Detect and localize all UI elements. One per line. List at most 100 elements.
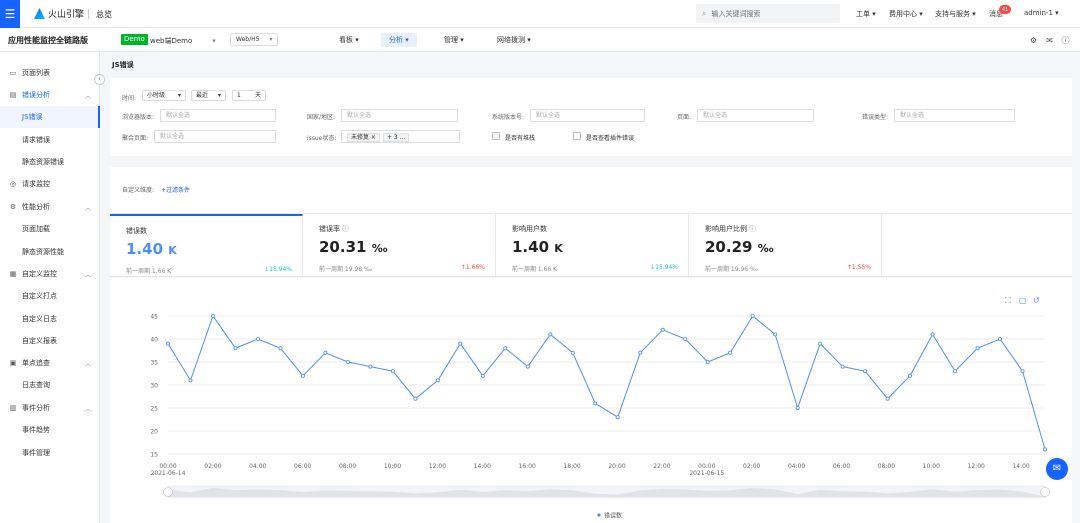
granularity-select[interactable]: 小时级 ▾: [142, 90, 186, 101]
error-type-input[interactable]: 默认全选: [894, 109, 1015, 122]
x-tick-label: 04:00: [249, 463, 266, 470]
menu-icon[interactable]: ☰: [0, 0, 20, 28]
data-point: [166, 341, 171, 346]
plugin-checkbox[interactable]: [573, 132, 581, 140]
agg-page-input[interactable]: 默认全选: [154, 130, 276, 143]
sidebar-item-log-query[interactable]: 日志查询: [0, 374, 100, 396]
tab-dashboard[interactable]: 看板 ▾: [331, 33, 367, 47]
metric-value: 20.29 ‰: [705, 238, 774, 256]
custom-icon: ▦: [9, 270, 17, 278]
custom-dimension-panel: 自定义维度: +过滤条件: [110, 167, 1072, 214]
sidebar-item-custom-monitor[interactable]: ▦ 自定义监控 ︿: [0, 263, 100, 285]
add-filter-button[interactable]: +过滤条件: [161, 185, 190, 194]
brand-logo[interactable]: 火山引擎: [34, 7, 84, 20]
platform-select[interactable]: Web/H5 ▾: [230, 33, 279, 46]
recent-select[interactable]: 最近 ▾: [191, 90, 226, 101]
sidebar-item-trace[interactable]: ▣ 单点追查 ︿: [0, 352, 100, 374]
sidebar: ▭ 页面列表 ▤ 错误分析 ︿ JS错误 请求错误 静态资源错误 ◎ 请求监控 ⚙ 性能分…: [0, 52, 100, 523]
x-tick-label: 20:00: [608, 463, 625, 470]
tab-analysis[interactable]: 分析 ▾: [381, 33, 417, 47]
y-tick-label: 35: [150, 360, 158, 367]
data-point: [683, 337, 688, 342]
app-selector[interactable]: web端Demo ▾: [150, 36, 216, 46]
os-input[interactable]: 默认全选: [530, 109, 645, 122]
message-count-badge: 41: [999, 5, 1011, 14]
chat-help-button[interactable]: ✉: [1046, 458, 1068, 480]
user-menu[interactable]: admin-1 ▾: [1024, 9, 1059, 17]
data-point: [1020, 369, 1025, 374]
monitor-icon: ▭: [9, 69, 17, 77]
sidebar-item-js-error[interactable]: JS错误: [0, 106, 100, 128]
sidebar-item-custom-dot[interactable]: 自定义打点: [0, 285, 100, 307]
metric-error-count[interactable]: 错误数 1.40 K 前一周期 1.66 K ↓15.94%: [110, 214, 303, 278]
sidebar-item-event-analysis[interactable]: ▥ 事件分析 ︿: [0, 397, 100, 419]
demo-tag: Demo: [121, 34, 148, 45]
data-point: [593, 401, 598, 406]
nav-support[interactable]: 支持与服务 ▾: [935, 9, 976, 19]
issue-more-chip[interactable]: + 3 ...: [382, 133, 410, 142]
page-title: JS错误: [112, 61, 134, 69]
search-box[interactable]: ⌕: [696, 4, 840, 23]
sidebar-item-request-error[interactable]: 请求错误: [0, 129, 100, 151]
tab-network-probe[interactable]: 网络拨测 ▾: [489, 33, 539, 47]
x-tick-label: 08:00: [339, 463, 356, 470]
data-point: [840, 364, 845, 369]
metric-value: 1.40 K: [126, 240, 177, 258]
data-point: [908, 373, 913, 378]
x-tick-label: 06:00: [833, 463, 850, 470]
x-tick-label: 12:00: [968, 463, 985, 470]
sidebar-item-event-manage[interactable]: 事件管理: [0, 442, 100, 464]
sidebar-item-request-monitor[interactable]: ◎ 请求监控: [0, 173, 100, 195]
x-tick-label: 00:00: [159, 463, 176, 470]
search-input[interactable]: [711, 9, 822, 18]
request-icon: ◎: [9, 180, 17, 188]
os-label: 系统版本号:: [492, 114, 525, 121]
sidebar-item-event-trend[interactable]: 事件趋势: [0, 419, 100, 441]
metric-affected-users[interactable]: 影响用户数 1.40 K 前一周期 1.66 K ↓15.94%: [496, 214, 689, 278]
tab-manage[interactable]: 管理 ▾: [436, 33, 472, 47]
sidebar-item-page-list[interactable]: ▭ 页面列表: [0, 62, 100, 84]
issue-select[interactable]: 未修复 × + 3 ...: [341, 130, 460, 143]
sidebar-item-custom-log[interactable]: 自定义日志: [0, 308, 100, 330]
data-point: [750, 314, 755, 319]
stack-checkbox[interactable]: [492, 132, 500, 140]
metric-previous: 前一周期 19.96 ‰: [705, 266, 759, 273]
data-point: [885, 396, 890, 401]
sidebar-item-performance[interactable]: ⚙ 性能分析 ︿: [0, 196, 100, 218]
sidebar-item-error-analysis[interactable]: ▤ 错误分析 ︿: [0, 84, 100, 106]
y-tick-label: 20: [150, 429, 158, 436]
data-point: [480, 373, 485, 378]
top-title[interactable]: 总览: [96, 9, 112, 20]
metric-error-rate[interactable]: 错误率 ⓘ 20.31 ‰ 前一周期 19.98 ‰ ↑1.66%: [303, 214, 496, 278]
metric-affected-ratio[interactable]: 影响用户比例 ⓘ 20.29 ‰ 前一周期 19.96 ‰ ↑1.55%: [689, 214, 882, 278]
metric-name: 影响用户数: [512, 225, 547, 233]
help-icon[interactable]: ⓘ: [1061, 36, 1070, 45]
time-amount-input[interactable]: 1天: [232, 90, 266, 101]
x-tick-label: 00:00: [698, 463, 715, 470]
nav-billing[interactable]: 费用中心 ▾: [889, 9, 923, 19]
data-point: [233, 346, 238, 351]
chevron-up-icon: ︿: [84, 360, 91, 368]
info-icon: ⓘ: [342, 225, 350, 233]
nav-ticket[interactable]: 工单 ▾: [856, 9, 876, 19]
data-point: [413, 396, 418, 401]
data-point: [368, 364, 373, 369]
sidebar-item-static-error[interactable]: 静态资源错误: [0, 151, 100, 173]
mail-icon[interactable]: ✉: [1045, 36, 1054, 45]
issue-label: issue状态:: [307, 135, 337, 142]
metric-previous: 前一周期 1.66 K: [512, 266, 558, 273]
page-label: 页面:: [677, 114, 692, 121]
sidebar-item-custom-report[interactable]: 自定义报表: [0, 330, 100, 352]
page-input[interactable]: 默认全选: [697, 109, 814, 122]
sidebar-collapse-button[interactable]: ‹: [94, 74, 105, 85]
issue-chip[interactable]: 未修复 ×: [347, 133, 380, 142]
browser-input[interactable]: 默认全选: [160, 109, 276, 122]
y-tick-label: 40: [150, 337, 158, 344]
sidebar-item-page-load[interactable]: 页面加载: [0, 218, 100, 240]
y-tick-label: 30: [150, 383, 158, 390]
sidebar-item-static-perf[interactable]: 静态资源性能: [0, 241, 100, 263]
time-label: 时间:: [122, 95, 137, 102]
data-point: [278, 346, 283, 351]
region-input[interactable]: 默认全选: [341, 109, 458, 122]
settings-icon[interactable]: ⚙: [1029, 36, 1038, 45]
